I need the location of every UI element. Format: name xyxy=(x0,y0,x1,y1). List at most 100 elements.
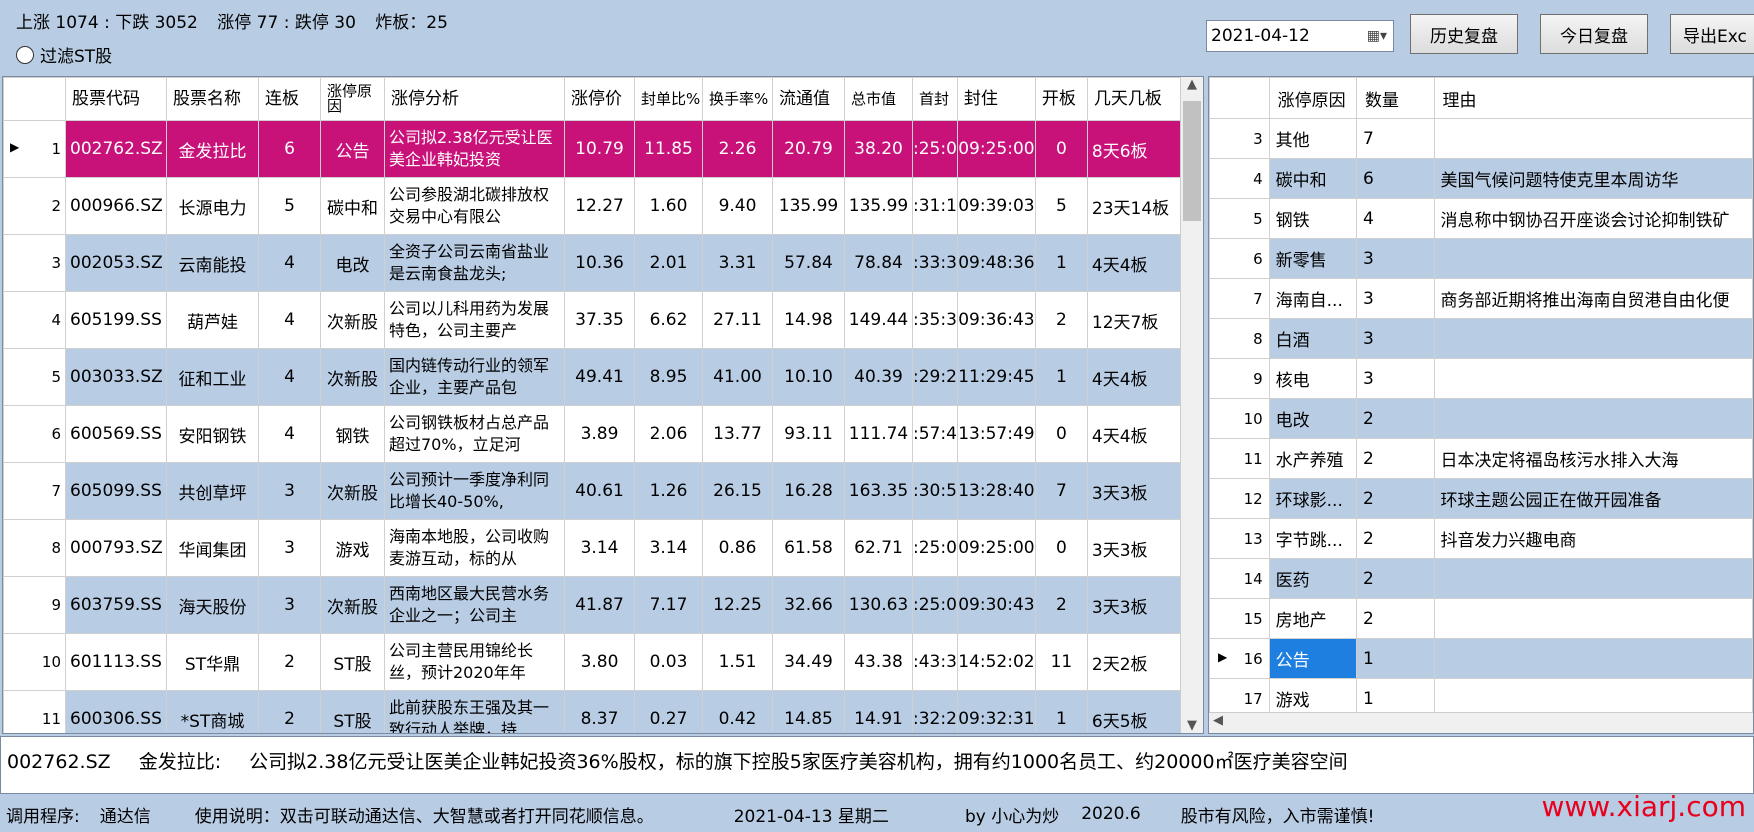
calendar-dropdown-icon[interactable]: ▦▾ xyxy=(1367,28,1387,44)
table-row[interactable]: 3 002053.SZ 云南能投 4 电改 全资子公司云南省盐业是云南食盐龙头; 10.36… xyxy=(3,234,1186,292)
cell-price[interactable]: 12.27 xyxy=(564,177,635,235)
cell-count[interactable]: 2 xyxy=(1355,558,1435,599)
cell-sf[interactable]: :25:0 xyxy=(912,519,958,577)
cell-hs[interactable]: 0.42 xyxy=(702,690,773,733)
cell-zsz[interactable]: 149.44 xyxy=(844,291,913,349)
radio-icon[interactable] xyxy=(16,45,34,64)
col-header[interactable]: 封住 xyxy=(956,77,1036,121)
cell-zsz[interactable]: 40.39 xyxy=(844,348,913,406)
cell-code[interactable]: 601113.SS xyxy=(65,633,167,691)
cell-ltz[interactable]: 14.98 xyxy=(772,291,845,349)
cell-price[interactable]: 10.36 xyxy=(564,234,635,292)
cell-jt[interactable]: 3天3板 xyxy=(1086,519,1186,577)
cell-analysis[interactable]: 公司预计一季度净利同比增长40-50%, xyxy=(384,462,565,520)
cell-reason[interactable]: 电改 xyxy=(320,234,385,292)
table-row[interactable]: 11 600306.SS *ST商城 2 ST股 此前获股东王强及其一致行动人举牌，持 8.… xyxy=(3,690,1186,733)
table-row[interactable]: 8 000793.SZ 华闻集团 3 游戏 海南本地股，公司收购麦游互动，标的从 3.14 3… xyxy=(3,519,1186,577)
cell-lb[interactable]: 6 xyxy=(258,120,321,178)
cell-name[interactable]: *ST商城 xyxy=(166,690,259,733)
cell-lb[interactable]: 4 xyxy=(258,405,321,463)
cell-fz[interactable]: 14:52:02 xyxy=(956,633,1036,691)
cell-sf[interactable]: :29:2 xyxy=(912,348,958,406)
cell-reason[interactable]: 碳中和 xyxy=(1268,158,1357,199)
cell-kb[interactable]: 2 xyxy=(1034,291,1088,349)
cell-name[interactable]: ST华鼎 xyxy=(166,633,259,691)
cell-reason[interactable]: 新零售 xyxy=(1268,238,1357,279)
cell-sf[interactable]: :32:2 xyxy=(912,690,958,733)
cell-reason[interactable]: 字节跳... xyxy=(1268,518,1357,559)
cell-hs[interactable]: 26.15 xyxy=(702,462,773,520)
cell-lb[interactable]: 4 xyxy=(258,291,321,349)
cell-jt[interactable]: 4天4板 xyxy=(1086,405,1186,463)
cell-count[interactable]: 1 xyxy=(1355,638,1435,679)
cell-why[interactable]: 日本决定将福岛核污水排入大海 xyxy=(1433,438,1753,479)
cell-jt[interactable]: 3天3板 xyxy=(1086,462,1186,520)
cell-why[interactable]: 抖音发力兴趣电商 xyxy=(1433,518,1753,559)
cell-count[interactable]: 2 xyxy=(1355,598,1435,639)
cell-code[interactable]: 605099.SS xyxy=(65,462,167,520)
cell-lb[interactable]: 3 xyxy=(258,462,321,520)
table-row[interactable]: 3 其他 7 xyxy=(1209,118,1753,159)
cell-reason[interactable]: 医药 xyxy=(1268,558,1357,599)
cell-reason[interactable]: 水产养殖 xyxy=(1268,438,1357,479)
cell-lb[interactable]: 4 xyxy=(258,348,321,406)
cell-sf[interactable]: :30:5 xyxy=(912,462,958,520)
cell-fd[interactable]: 3.14 xyxy=(634,519,703,577)
cell-zsz[interactable]: 43.38 xyxy=(844,633,913,691)
table-row[interactable]: 4 碳中和 6 美国气候问题特使克里本周访华 xyxy=(1209,158,1753,199)
cell-count[interactable]: 4 xyxy=(1355,198,1435,239)
row-header[interactable]: 15 xyxy=(1209,598,1270,639)
cell-sf[interactable]: :57:4 xyxy=(912,405,958,463)
cell-analysis[interactable]: 公司钢铁板材占总产品超过70%，立足河 xyxy=(384,405,565,463)
main-vertical-scrollbar[interactable]: ▲ ▼ xyxy=(1180,77,1203,733)
cell-reason[interactable]: 钢铁 xyxy=(1268,198,1357,239)
row-header[interactable]: ▶ 16 xyxy=(1209,638,1270,679)
cell-fd[interactable]: 11.85 xyxy=(634,120,703,178)
cell-sf[interactable]: :43:3 xyxy=(912,633,958,691)
col-header[interactable]: 股票代码 xyxy=(65,77,167,121)
row-header[interactable]: 8 xyxy=(3,519,66,577)
table-row[interactable]: 9 核电 3 xyxy=(1209,358,1753,399)
table-row[interactable]: 8 白酒 3 xyxy=(1209,318,1753,359)
cell-reason[interactable]: ST股 xyxy=(320,690,385,733)
table-row[interactable]: 10 601113.SS ST华鼎 2 ST股 公司主营民用锦纶长丝，预计2020年年 3.… xyxy=(3,633,1186,691)
history-review-button[interactable]: 历史复盘 xyxy=(1410,14,1518,54)
cell-analysis[interactable]: 国内链传动行业的领军企业，主要产品包 xyxy=(384,348,565,406)
cell-why[interactable] xyxy=(1433,638,1753,679)
cell-hs[interactable]: 3.31 xyxy=(702,234,773,292)
col-header[interactable]: 涨停价 xyxy=(564,77,635,121)
cell-analysis[interactable]: 全资子公司云南省盐业是云南食盐龙头; xyxy=(384,234,565,292)
cell-why[interactable]: 消息称中钢协召开座谈会讨论抑制铁矿 xyxy=(1433,198,1753,239)
cell-jt[interactable]: 6天5板 xyxy=(1086,690,1186,733)
table-row[interactable]: 6 600569.SS 安阳钢铁 4 钢铁 公司钢铁板材占总产品超过70%，立足河 3.89… xyxy=(3,405,1186,463)
cell-fz[interactable]: 09:39:03 xyxy=(956,177,1036,235)
cell-hs[interactable]: 1.51 xyxy=(702,633,773,691)
cell-kb[interactable]: 11 xyxy=(1034,633,1088,691)
cell-why[interactable] xyxy=(1433,358,1753,399)
cell-code[interactable]: 600306.SS xyxy=(65,690,167,733)
cell-fz[interactable]: 13:57:49 xyxy=(956,405,1036,463)
table-row[interactable]: 9 603759.SS 海天股份 3 次新股 西南地区最大民营水务企业之一；公司主 41.8… xyxy=(3,576,1186,634)
row-header[interactable]: 10 xyxy=(3,633,66,691)
cell-lb[interactable]: 2 xyxy=(258,633,321,691)
table-row[interactable]: 11 水产养殖 2 日本决定将福岛核污水排入大海 xyxy=(1209,438,1753,479)
filter-st-radio[interactable]: 过滤ST股 xyxy=(16,42,112,67)
cell-name[interactable]: 华闻集团 xyxy=(166,519,259,577)
cell-zsz[interactable]: 38.20 xyxy=(844,120,913,178)
cell-jt[interactable]: 4天4板 xyxy=(1086,348,1186,406)
cell-code[interactable]: 002053.SZ xyxy=(65,234,167,292)
cell-code[interactable]: 000793.SZ xyxy=(65,519,167,577)
cell-hs[interactable]: 9.40 xyxy=(702,177,773,235)
cell-analysis[interactable]: 公司主营民用锦纶长丝，预计2020年年 xyxy=(384,633,565,691)
cell-reason[interactable]: 核电 xyxy=(1268,358,1357,399)
cell-reason[interactable]: 钢铁 xyxy=(320,405,385,463)
table-row[interactable]: 4 605199.SS 葫芦娃 4 次新股 公司以儿科用药为发展特色，公司主要产 37.35… xyxy=(3,291,1186,349)
cell-kb[interactable]: 0 xyxy=(1034,120,1088,178)
table-row[interactable]: 13 字节跳... 2 抖音发力兴趣电商 xyxy=(1209,518,1753,559)
cell-ltz[interactable]: 14.85 xyxy=(772,690,845,733)
cell-why[interactable]: 环球主题公园正在做开园准备 xyxy=(1433,478,1753,519)
cell-why[interactable] xyxy=(1433,398,1753,439)
row-header[interactable]: 9 xyxy=(3,576,66,634)
cell-reason[interactable]: ST股 xyxy=(320,633,385,691)
cell-zsz[interactable]: 62.71 xyxy=(844,519,913,577)
